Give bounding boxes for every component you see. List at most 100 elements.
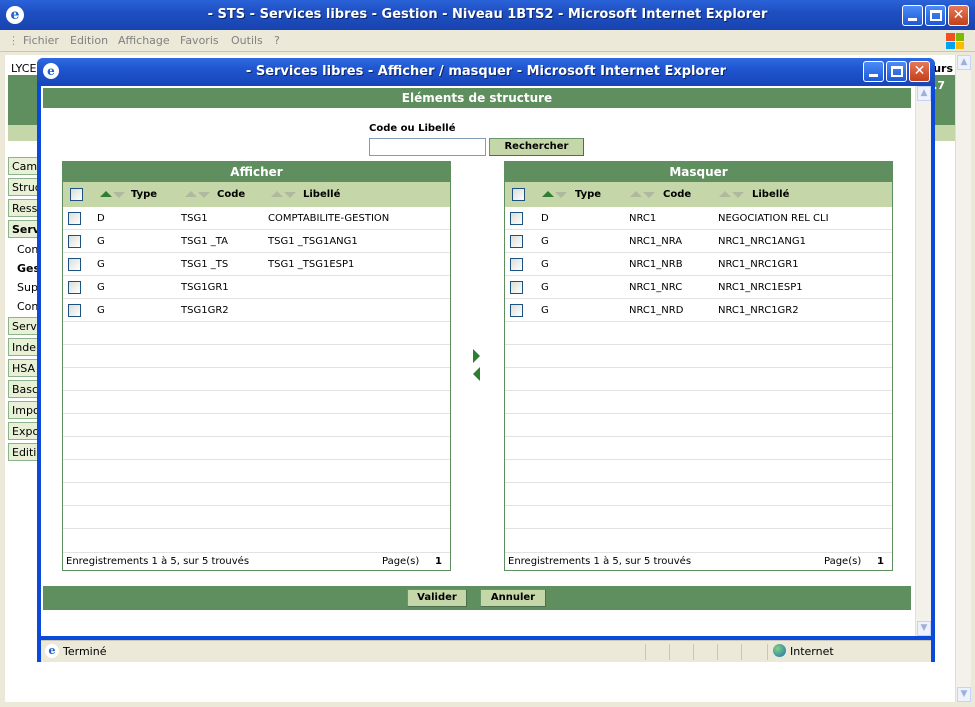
cell-code: TSG1GR2	[181, 305, 229, 316]
sort-desc-icon[interactable]	[284, 192, 296, 198]
row-checkbox[interactable]	[510, 235, 523, 248]
scroll-up-icon[interactable]: ▲	[957, 55, 971, 70]
column-libelle[interactable]: Libellé	[752, 189, 789, 200]
row-checkbox[interactable]	[68, 281, 81, 294]
pages-label: Page(s)	[824, 556, 862, 567]
status-divider	[693, 644, 694, 660]
empty-row	[63, 322, 450, 345]
sort-asc-icon[interactable]	[630, 191, 642, 197]
cell-code: TSG1 _TA	[181, 236, 228, 247]
close-button[interactable]: ✕	[948, 5, 969, 26]
masquer-title: Masquer	[505, 162, 892, 182]
table-row[interactable]: D TSG1 COMPTABILITE-GESTION	[63, 207, 450, 230]
popup-scrollbar[interactable]: ▲ ▼	[915, 86, 931, 636]
select-all-checkbox[interactable]	[512, 188, 525, 201]
page-number[interactable]: 1	[877, 556, 884, 567]
menu-affichage[interactable]: Affichage	[118, 34, 170, 47]
outer-window-title: - STS - Services libres - Gestion - Nive…	[207, 7, 768, 22]
empty-row	[63, 506, 450, 529]
menu-fichier[interactable]: Fichier	[23, 34, 59, 47]
afficher-title: Afficher	[63, 162, 450, 182]
table-row[interactable]: G NRC1_NRD NRC1_NRC1GR2	[505, 299, 892, 322]
select-all-checkbox[interactable]	[70, 188, 83, 201]
row-checkbox[interactable]	[510, 281, 523, 294]
popup-close-button[interactable]: ✕	[909, 61, 930, 82]
status-divider	[717, 644, 718, 660]
cell-code: TSG1	[181, 213, 208, 224]
outer-scrollbar[interactable]: ▲ ▼	[955, 55, 971, 702]
sort-asc-icon[interactable]	[542, 191, 554, 197]
table-row[interactable]: G TSG1 _TA TSG1 _TSG1ANG1	[63, 230, 450, 253]
status-divider	[741, 644, 742, 660]
sort-asc-icon[interactable]	[100, 191, 112, 197]
menu-favoris[interactable]: Favoris	[180, 34, 219, 47]
empty-row	[505, 437, 892, 460]
sort-desc-icon[interactable]	[643, 192, 655, 198]
status-divider	[767, 644, 768, 660]
move-right-icon[interactable]	[473, 349, 480, 363]
popup-window-title: - Services libres - Afficher / masquer -…	[245, 64, 727, 79]
menu-outils[interactable]: Outils	[231, 34, 263, 47]
row-checkbox[interactable]	[510, 212, 523, 225]
sort-desc-icon[interactable]	[555, 192, 567, 198]
empty-row	[63, 414, 450, 437]
annuler-button[interactable]: Annuler	[480, 589, 546, 607]
move-left-icon[interactable]	[473, 367, 480, 381]
afficher-column-header: Type Code Libellé	[63, 182, 450, 207]
table-row[interactable]: G NRC1_NRB NRC1_NRC1GR1	[505, 253, 892, 276]
column-code[interactable]: Code	[663, 189, 691, 200]
record-count: Enregistrements 1 à 5, sur 5 trouvés	[508, 556, 692, 567]
sort-asc-icon[interactable]	[185, 191, 197, 197]
menu-help[interactable]: ?	[274, 34, 280, 47]
row-checkbox[interactable]	[68, 235, 81, 248]
row-checkbox[interactable]	[68, 212, 81, 225]
search-input[interactable]	[369, 138, 486, 156]
column-type[interactable]: Type	[575, 189, 601, 200]
popup-maximize-button[interactable]	[886, 61, 907, 82]
page-number[interactable]: 1	[435, 556, 442, 567]
empty-row	[505, 391, 892, 414]
table-row[interactable]: G TSG1GR2	[63, 299, 450, 322]
sort-asc-icon[interactable]	[719, 191, 731, 197]
column-libelle[interactable]: Libellé	[303, 189, 340, 200]
table-row[interactable]: G NRC1_NRC NRC1_NRC1ESP1	[505, 276, 892, 299]
row-checkbox[interactable]	[68, 258, 81, 271]
cell-type: G	[541, 259, 549, 270]
sort-desc-icon[interactable]	[732, 192, 744, 198]
masquer-column-header: Type Code Libellé	[505, 182, 892, 207]
menu-edition[interactable]: Edition	[70, 34, 108, 47]
search-button[interactable]: Rechercher	[489, 138, 584, 156]
table-row[interactable]: G NRC1_NRA NRC1_NRC1ANG1	[505, 230, 892, 253]
table-row[interactable]: D NRC1 NEGOCIATION REL CLI	[505, 207, 892, 230]
sort-desc-icon[interactable]	[113, 192, 125, 198]
popup-minimize-button[interactable]	[863, 61, 884, 82]
empty-row	[63, 460, 450, 483]
scroll-up-icon[interactable]: ▲	[917, 86, 931, 101]
afficher-panel: Afficher Type Code Libellé D TSG1 COMPTA…	[62, 161, 451, 571]
sort-desc-icon[interactable]	[198, 192, 210, 198]
popup-title-bar: e - Services libres - Afficher / masquer…	[37, 58, 935, 86]
maximize-button[interactable]	[925, 5, 946, 26]
table-row[interactable]: G TSG1 _TS TSG1 _TSG1ESP1	[63, 253, 450, 276]
empty-row	[505, 506, 892, 529]
row-checkbox[interactable]	[510, 304, 523, 317]
sort-asc-icon[interactable]	[271, 191, 283, 197]
row-checkbox[interactable]	[510, 258, 523, 271]
zone-text: Internet	[790, 645, 834, 658]
afficher-footer: Enregistrements 1 à 5, sur 5 trouvés Pag…	[63, 552, 450, 570]
scroll-down-icon[interactable]: ▼	[957, 687, 971, 702]
row-checkbox[interactable]	[68, 304, 81, 317]
scroll-down-icon[interactable]: ▼	[917, 621, 931, 636]
cell-libelle: COMPTABILITE-GESTION	[268, 213, 390, 224]
section-title: Eléments de structure	[43, 88, 911, 108]
maximize-icon	[891, 66, 903, 77]
valider-button[interactable]: Valider	[407, 589, 467, 607]
cell-code: NRC1_NRA	[629, 236, 683, 247]
column-code[interactable]: Code	[217, 189, 245, 200]
column-type[interactable]: Type	[131, 189, 157, 200]
cell-type: G	[97, 236, 105, 247]
cell-code: TSG1 _TS	[181, 259, 229, 270]
cell-libelle: NRC1_NRC1GR1	[718, 259, 799, 270]
minimize-button[interactable]	[902, 5, 923, 26]
table-row[interactable]: G TSG1GR1	[63, 276, 450, 299]
